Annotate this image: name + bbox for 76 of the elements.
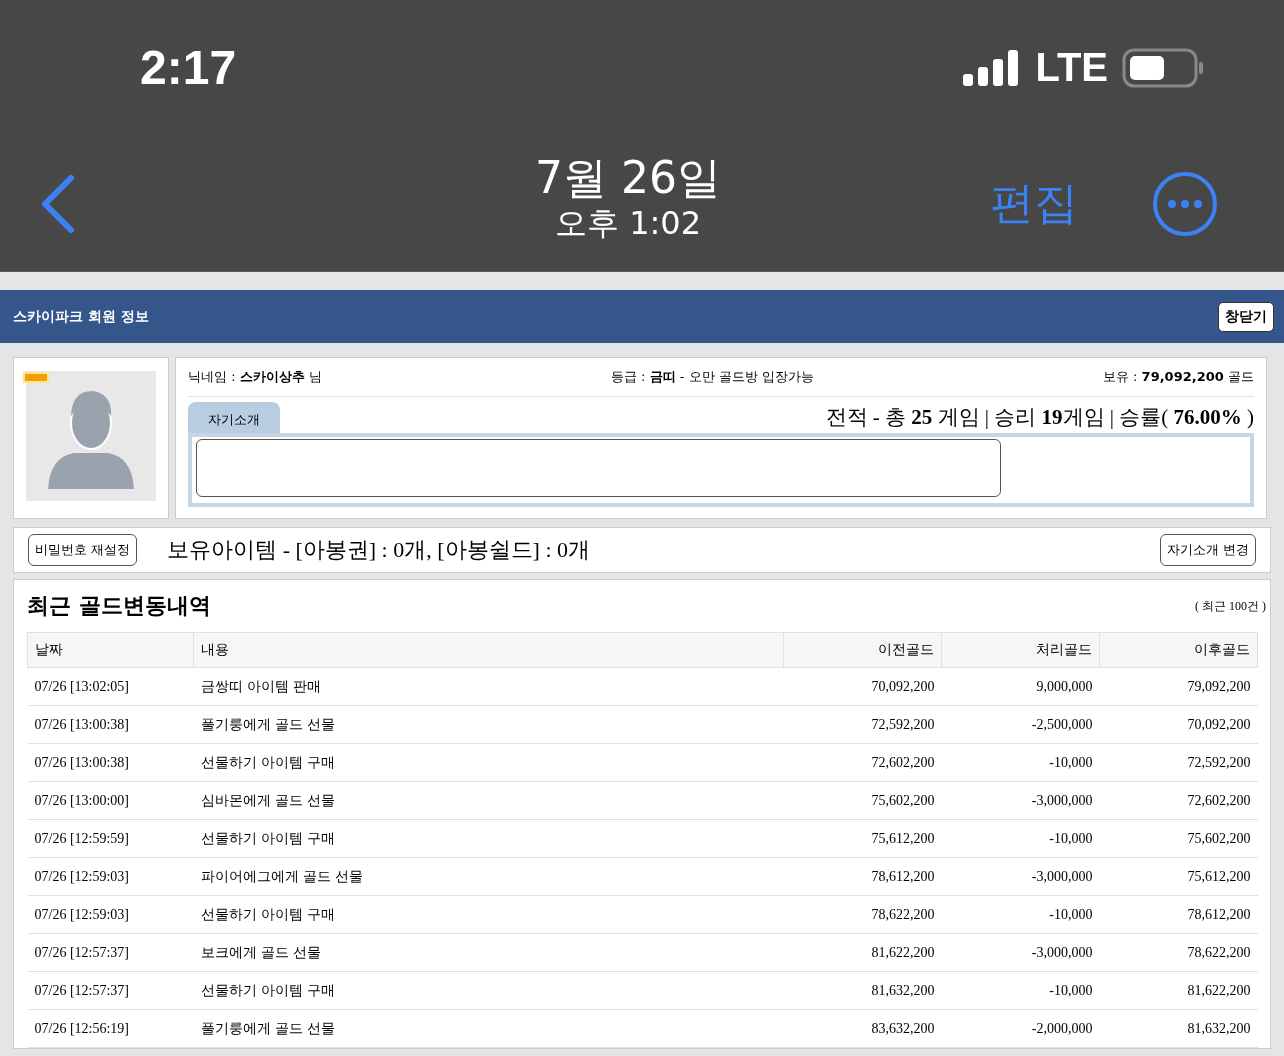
grade-text: 등급 : 금띠 - 오만 골드방 입장가능: [610, 368, 814, 386]
table-cell: -10,000: [941, 819, 1100, 858]
table-cell: 78,612,200: [783, 857, 942, 896]
status-time: 2:17: [140, 40, 237, 95]
table-cell: 72,592,200: [1099, 743, 1258, 782]
photo-date: 7월 26일: [535, 152, 721, 203]
column-header: 날짜: [27, 632, 194, 668]
battery-icon: [1122, 47, 1204, 88]
table-cell: 75,602,200: [783, 781, 942, 820]
column-header: 내용: [193, 632, 784, 668]
table-cell: 파이어에그에게 골드 선물: [193, 857, 784, 896]
table-cell: 75,612,200: [783, 819, 942, 858]
history-count: ( 최근 100건 ): [1195, 597, 1266, 615]
table-cell: 81,632,200: [783, 971, 942, 1010]
table-cell: -10,000: [941, 971, 1100, 1010]
table-cell: 78,622,200: [1099, 933, 1258, 972]
photo-time: 오후 1:02: [555, 202, 701, 243]
table-cell: -10,000: [941, 895, 1100, 934]
table-cell: -3,000,000: [941, 857, 1100, 896]
table-cell: 선물하기 아이템 구매: [193, 743, 784, 782]
table-cell: 07/26 [13:00:00]: [27, 781, 194, 820]
column-header: 처리골드: [941, 632, 1100, 668]
table-cell: 81,622,200: [783, 933, 942, 972]
table-cell: -3,000,000: [941, 933, 1100, 972]
table-cell: 72,602,200: [783, 743, 942, 782]
table-cell: -2,000,000: [941, 1009, 1100, 1048]
intro-field[interactable]: [196, 439, 1001, 497]
table-cell: 07/26 [12:57:37]: [27, 933, 194, 972]
rank-badge-icon: [23, 372, 49, 383]
table-cell: 보크에게 골드 선물: [193, 933, 784, 972]
table-cell: 07/26 [12:57:37]: [27, 971, 194, 1010]
table-cell: 70,092,200: [783, 667, 942, 706]
table-cell: 83,632,200: [783, 1009, 942, 1048]
table-cell: 75,612,200: [1099, 857, 1258, 896]
table-cell: 07/26 [13:00:38]: [27, 743, 194, 782]
table-cell: 심바몬에게 골드 선물: [193, 781, 784, 820]
reset-password-button[interactable]: 비밀번호 재설정: [28, 534, 138, 566]
table-cell: 72,592,200: [783, 705, 942, 744]
table-cell: 9,000,000: [941, 667, 1100, 706]
table-cell: 금쌍띠 아이템 판매: [193, 667, 784, 706]
table-cell: 선물하기 아이템 구매: [193, 819, 784, 858]
table-cell: 70,092,200: [1099, 705, 1258, 744]
table-cell: 07/26 [12:59:03]: [27, 857, 194, 896]
table-cell: 78,612,200: [1099, 895, 1258, 934]
table-cell: 선물하기 아이템 구매: [193, 971, 784, 1010]
table-cell: -2,500,000: [941, 705, 1100, 744]
table-cell: 79,092,200: [1099, 667, 1258, 706]
table-cell: 07/26 [13:02:05]: [27, 667, 194, 706]
holdings-text: 보유 : 79,092,200 골드: [1102, 368, 1254, 386]
intro-tab[interactable]: 자기소개: [188, 402, 280, 433]
table-cell: -10,000: [941, 743, 1100, 782]
table-cell: 07/26 [12:59:03]: [27, 895, 194, 934]
table-cell: 선물하기 아이템 구매: [193, 895, 784, 934]
game-record-text: 전적 - 총 25 게임 | 승리 19게임 | 승률( 76.00% ): [825, 404, 1254, 431]
close-button[interactable]: 창닫기: [1218, 301, 1274, 332]
table-cell: 07/26 [12:56:19]: [27, 1009, 194, 1048]
column-header: 이전골드: [783, 632, 942, 668]
nickname-text: 닉네임 : 스카이상추 님: [188, 368, 322, 386]
table-cell: 72,602,200: [1099, 781, 1258, 820]
history-title: 최근 골드변동내역: [27, 592, 211, 620]
column-header: 이후골드: [1099, 632, 1258, 668]
owned-items-text: 보유아이템 - [아봉권] : 0개, [아봉쉴드] : 0개: [167, 536, 590, 564]
edit-intro-button[interactable]: 자기소개 변경: [1159, 534, 1256, 566]
back-chevron-icon[interactable]: [40, 173, 76, 234]
table-cell: 81,632,200: [1099, 1009, 1258, 1048]
table-cell: 07/26 [13:00:38]: [27, 705, 194, 744]
table-cell: 78,622,200: [783, 895, 942, 934]
table-cell: -3,000,000: [941, 781, 1100, 820]
table-cell: 75,602,200: [1099, 819, 1258, 858]
window-title: 스카이파크 회원 정보: [13, 307, 149, 326]
more-icon[interactable]: [1152, 170, 1218, 237]
table-cell: 풀기룽에게 골드 선물: [193, 705, 784, 744]
table-cell: 풀기룽에게 골드 선물: [193, 1009, 784, 1048]
network-label: LTE: [1035, 45, 1108, 90]
table-cell: 07/26 [12:59:59]: [27, 819, 194, 858]
table-cell: 81,622,200: [1099, 971, 1258, 1010]
